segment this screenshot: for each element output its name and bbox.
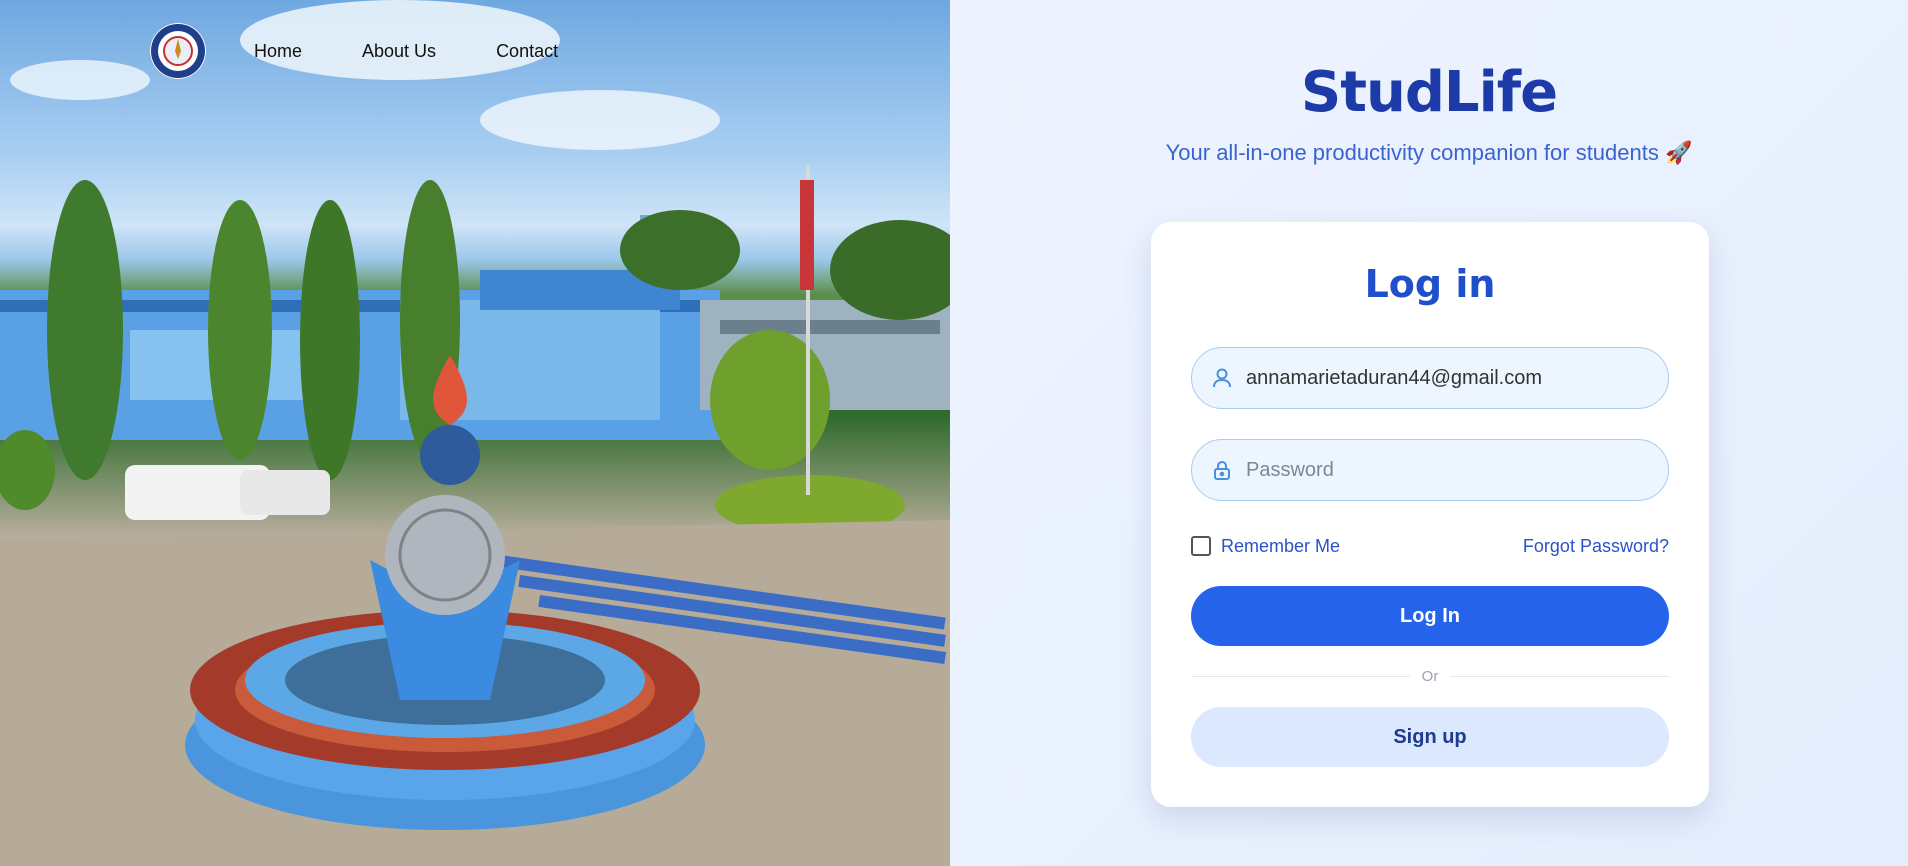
forgot-password-link[interactable]: Forgot Password? <box>1523 536 1669 557</box>
remember-me-label[interactable]: Remember Me <box>1221 536 1340 557</box>
divider-text: Or <box>1421 667 1439 685</box>
campus-photo-panel: Home About Us Contact <box>0 0 950 866</box>
password-field[interactable] <box>1191 439 1669 501</box>
brand-title: StudLife <box>1300 60 1558 125</box>
remember-me-checkbox[interactable] <box>1191 536 1211 556</box>
password-input[interactable] <box>1246 458 1646 482</box>
school-seal-icon[interactable] <box>150 23 206 79</box>
or-divider: Or <box>1191 666 1670 686</box>
login-card: Log in Remember <box>1151 222 1709 807</box>
nav-link-contact[interactable]: Contact <box>496 41 558 62</box>
divider-line-left <box>1191 675 1410 677</box>
email-input[interactable] <box>1246 366 1646 390</box>
campus-photo <box>0 0 950 866</box>
nav-link-home[interactable]: Home <box>254 41 302 62</box>
user-icon <box>1208 364 1236 392</box>
lock-icon <box>1208 456 1236 484</box>
login-panel: StudLife Your all-in-one productivity co… <box>950 0 1908 866</box>
brand-tagline: Your all-in-one productivity companion f… <box>1165 140 1693 165</box>
login-title: Log in <box>1364 262 1496 306</box>
signup-button[interactable]: Sign up <box>1191 707 1669 767</box>
login-options-row: Remember Me Forgot Password? <box>1191 532 1669 560</box>
remember-me[interactable]: Remember Me <box>1191 536 1340 557</box>
login-button[interactable]: Log In <box>1191 586 1669 646</box>
nav-link-about-us[interactable]: About Us <box>362 41 436 62</box>
divider-line-right <box>1450 675 1670 677</box>
email-field[interactable] <box>1191 347 1669 409</box>
top-navigation: Home About Us Contact <box>150 20 618 82</box>
